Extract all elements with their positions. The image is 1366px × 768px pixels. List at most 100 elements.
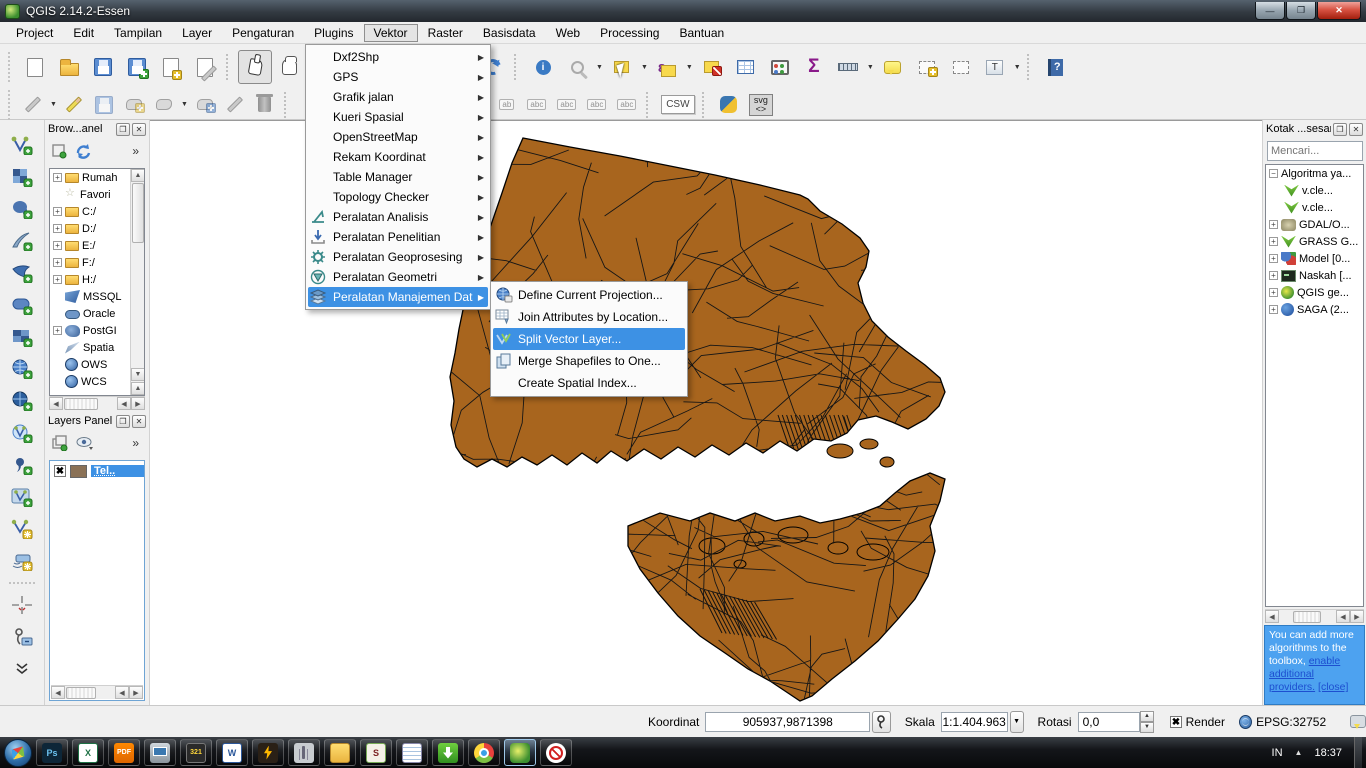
menu-processing[interactable]: Processing bbox=[590, 24, 669, 42]
add-gps-layer-button[interactable] bbox=[7, 546, 37, 576]
measure-button[interactable] bbox=[831, 50, 865, 84]
taskbar-wireless-tool[interactable] bbox=[288, 739, 320, 766]
expand-icon[interactable]: + bbox=[53, 275, 62, 284]
csw-button[interactable]: CSW bbox=[658, 93, 698, 117]
composer-manager-button[interactable] bbox=[188, 50, 222, 84]
menu-item-dxf2shp[interactable]: Dxf2Shp ▶ bbox=[308, 47, 488, 67]
identify-features-button[interactable]: i bbox=[526, 50, 560, 84]
select-expression-dropdown[interactable]: ▼ bbox=[686, 64, 693, 71]
minimize-button[interactable]: — bbox=[1255, 2, 1285, 20]
save-project-as-button[interactable] bbox=[120, 50, 154, 84]
add-feature-button[interactable] bbox=[119, 93, 149, 117]
menu-item-peralatan-geoprosesing[interactable]: Peralatan Geoprosesing ▶ bbox=[308, 247, 488, 267]
add-vector-layer-button[interactable] bbox=[7, 130, 37, 160]
python-console-button[interactable] bbox=[714, 93, 744, 117]
taskbar-notepad[interactable] bbox=[396, 739, 428, 766]
scroll-left2-button[interactable]: ◀ bbox=[117, 397, 131, 410]
refresh-browser-icon[interactable] bbox=[75, 143, 92, 159]
taskbar-media-player[interactable]: 321 bbox=[180, 739, 212, 766]
layer-name[interactable]: Tel.. bbox=[91, 465, 144, 477]
label-visibility-button[interactable]: abc bbox=[522, 93, 552, 117]
close-button[interactable]: ✕ bbox=[1317, 2, 1361, 20]
toolbox-item-saga[interactable]: + SAGA (2... bbox=[1266, 301, 1363, 318]
coordinate-input[interactable] bbox=[705, 711, 871, 732]
menu-item-merge-shapefiles-to-one[interactable]: Merge Shapefiles to One... bbox=[493, 350, 685, 372]
add-selected-layer-icon[interactable] bbox=[51, 143, 67, 159]
toolbox-item-vclean2[interactable]: v.cle... bbox=[1266, 199, 1363, 216]
menu-item-grafik-jalan[interactable]: Grafik jalan ▶ bbox=[308, 87, 488, 107]
render-checkbox[interactable]: ✖ bbox=[1170, 715, 1182, 728]
label-properties-button[interactable]: abc bbox=[612, 93, 642, 117]
expand-icon[interactable]: + bbox=[53, 207, 62, 216]
menu-pengaturan[interactable]: Pengaturan bbox=[222, 24, 304, 42]
menu-item-table-manager[interactable]: Table Manager ▶ bbox=[308, 167, 488, 187]
label-pin-button[interactable]: ab bbox=[492, 93, 522, 117]
run-feature-action-button[interactable] bbox=[560, 50, 594, 84]
toolbox-item-qgis[interactable]: + QGIS ge... bbox=[1266, 284, 1363, 301]
current-edits-button[interactable] bbox=[18, 93, 48, 117]
scroll-right-button[interactable]: ▶ bbox=[129, 686, 143, 699]
menu-item-create-spatial-index[interactable]: Create Spatial Index... bbox=[493, 372, 685, 394]
new-composer-button[interactable] bbox=[154, 50, 188, 84]
label-move-button[interactable]: abc bbox=[552, 93, 582, 117]
browser-hscrollbar[interactable]: ◀ ◀ ▶ bbox=[49, 396, 145, 410]
annotation-dropdown[interactable]: ▼ bbox=[1014, 64, 1021, 71]
rotation-spinner[interactable]: ▲ ▼ bbox=[1139, 710, 1155, 733]
panel-overflow-icon[interactable]: » bbox=[132, 144, 139, 158]
expand-icon[interactable]: + bbox=[1269, 271, 1278, 280]
taskbar-winamp[interactable] bbox=[252, 739, 284, 766]
close-panel-icon[interactable]: ✕ bbox=[132, 414, 146, 428]
menu-item-join-attributes-by-location[interactable]: Join Attributes by Location... bbox=[493, 306, 685, 328]
menu-item-peralatan-manajemen-data[interactable]: Peralatan Manajemen Data ▶ bbox=[308, 287, 488, 307]
text-annotation-button[interactable]: T bbox=[978, 50, 1012, 84]
expand-icon[interactable]: + bbox=[53, 326, 62, 335]
label-rotate-button[interactable]: abc bbox=[582, 93, 612, 117]
taskbar-chrome[interactable] bbox=[468, 739, 500, 766]
scroll-down-button[interactable]: ▼ bbox=[131, 368, 144, 381]
menu-item-peralatan-geometri[interactable]: Peralatan Geometri ▶ bbox=[308, 267, 488, 287]
scroll-left-button[interactable]: ◀ bbox=[1265, 610, 1279, 623]
restore-button[interactable]: ❐ bbox=[1286, 2, 1316, 20]
collapse-icon[interactable]: − bbox=[1269, 169, 1278, 178]
add-db2-layer-button[interactable] bbox=[7, 322, 37, 352]
add-mssql-layer-button[interactable] bbox=[7, 258, 37, 288]
start-button[interactable] bbox=[4, 738, 32, 767]
epsg-label[interactable]: EPSG:32752 bbox=[1256, 715, 1326, 729]
toolbox-search-input[interactable] bbox=[1267, 141, 1363, 161]
menu-layer[interactable]: Layer bbox=[172, 24, 222, 42]
expand-icon[interactable]: + bbox=[1269, 220, 1278, 229]
show-hidden-icons[interactable]: ▲ bbox=[1295, 748, 1303, 757]
deselect-features-button[interactable] bbox=[695, 50, 729, 84]
new-project-button[interactable] bbox=[18, 50, 52, 84]
scroll-right-button[interactable]: ▶ bbox=[1350, 610, 1364, 623]
add-raster-layer-button[interactable] bbox=[7, 162, 37, 192]
delete-selected-button[interactable] bbox=[250, 93, 280, 117]
toggle-editing-button[interactable] bbox=[59, 93, 89, 117]
rotation-input[interactable] bbox=[1077, 711, 1140, 732]
scroll-up2-button[interactable]: ▲ bbox=[131, 382, 144, 395]
taskbar-photoshop[interactable]: Ps bbox=[36, 739, 68, 766]
layers-hscrollbar[interactable]: ◀ ◀ ▶ bbox=[51, 685, 143, 699]
circular-string-dropdown[interactable]: ▼ bbox=[181, 101, 188, 108]
add-wcs-layer-button[interactable] bbox=[7, 386, 37, 416]
expand-icon[interactable]: + bbox=[53, 224, 62, 233]
add-delimited-text-layer-button[interactable] bbox=[7, 450, 37, 480]
toolbox-item-algoritma[interactable]: − Algoritma ya... bbox=[1266, 165, 1363, 182]
expand-icon[interactable]: + bbox=[53, 173, 62, 182]
toolbar-grip[interactable] bbox=[8, 52, 14, 82]
menu-web[interactable]: Web bbox=[546, 24, 590, 42]
close-notice-link[interactable]: [close] bbox=[1318, 681, 1348, 693]
coordinate-capture-button[interactable] bbox=[7, 590, 37, 620]
crs-globe-icon[interactable] bbox=[1238, 714, 1253, 729]
expand-icon[interactable]: + bbox=[1269, 237, 1278, 246]
svg-button[interactable]: svg <> bbox=[744, 93, 778, 117]
add-spatialite-layer-button[interactable] bbox=[7, 226, 37, 256]
menu-vektor[interactable]: Vektor bbox=[363, 23, 418, 42]
map-tips-button[interactable] bbox=[876, 50, 910, 84]
pan-map-button[interactable] bbox=[272, 50, 306, 84]
menu-basisdata[interactable]: Basisdata bbox=[473, 24, 546, 42]
expand-icon[interactable]: + bbox=[1269, 254, 1278, 263]
field-calculator-button[interactable] bbox=[763, 50, 797, 84]
scroll-left2-button[interactable]: ◀ bbox=[115, 686, 129, 699]
new-bookmark-button[interactable] bbox=[910, 50, 944, 84]
